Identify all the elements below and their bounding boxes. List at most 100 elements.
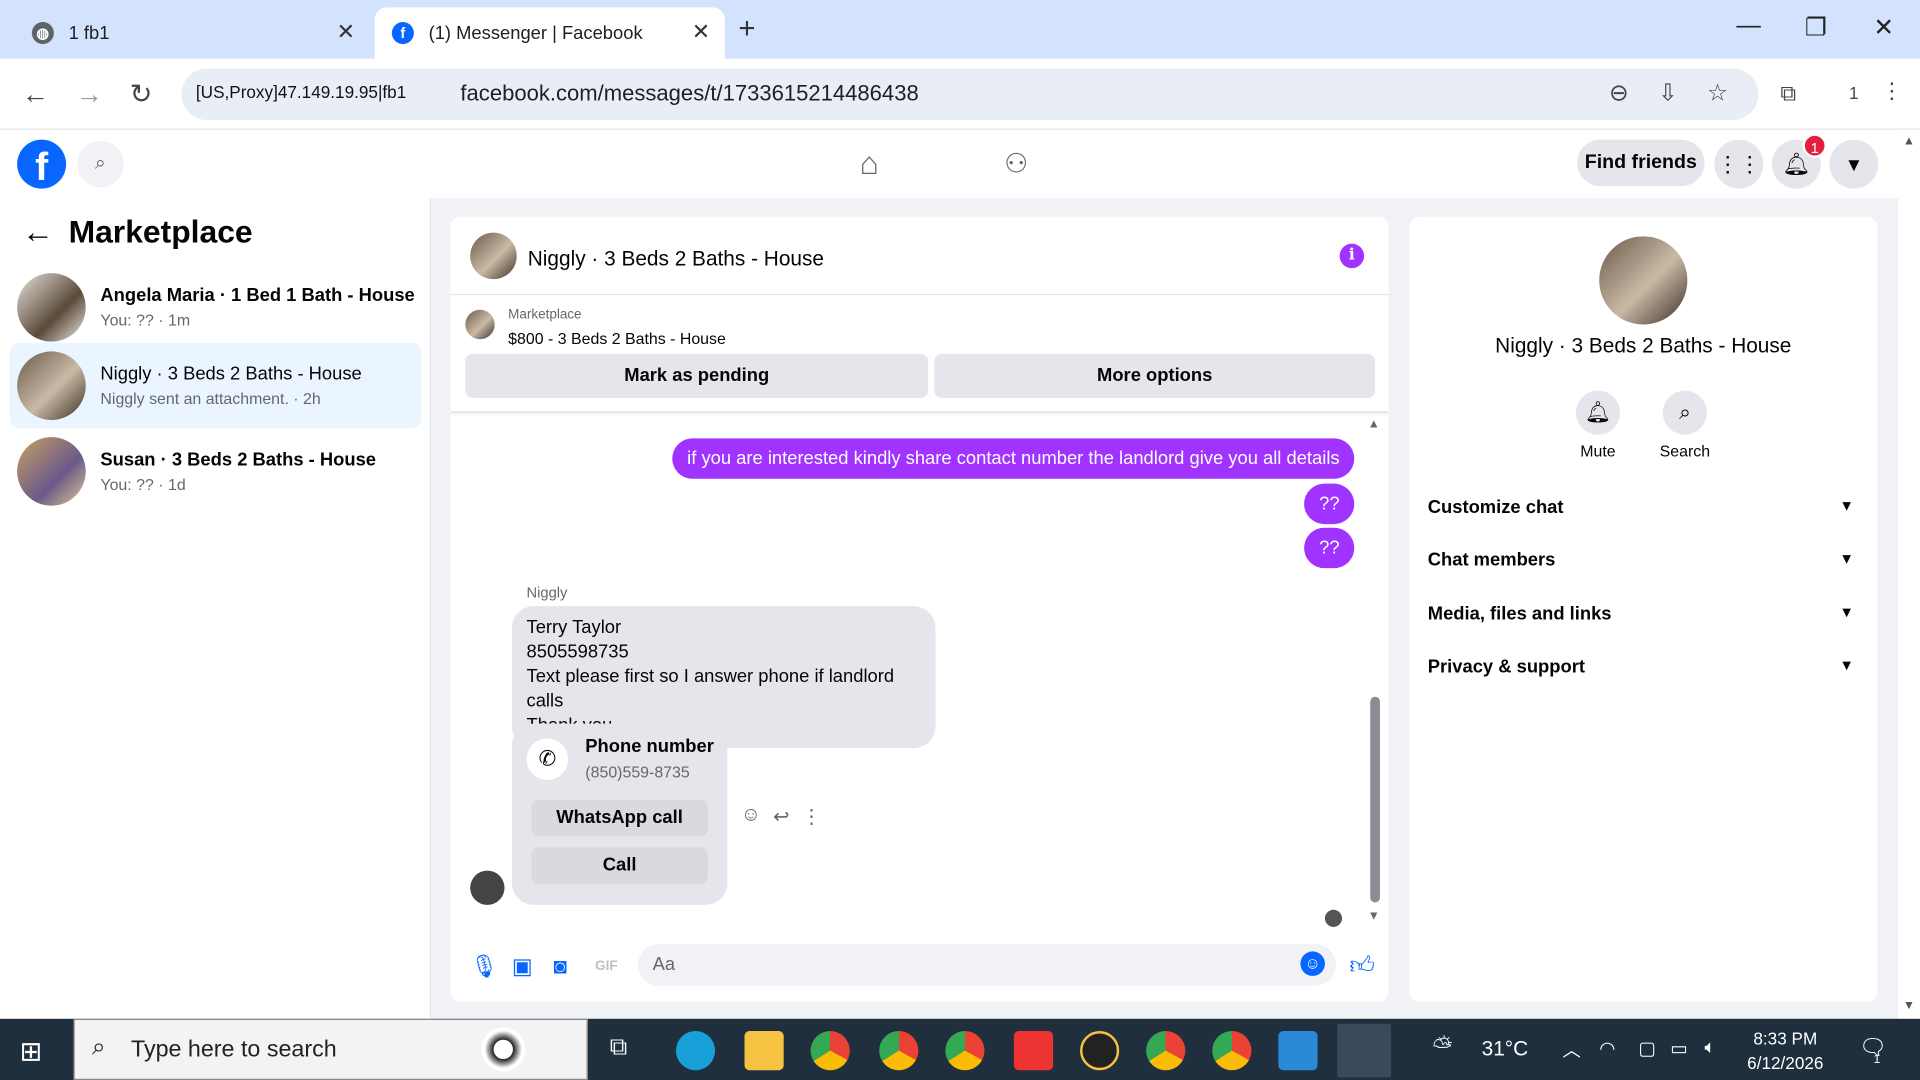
file-explorer-icon[interactable] [744,1031,784,1071]
scroll-up-icon[interactable]: ▲ [1368,418,1380,431]
scroll-down-icon[interactable]: ▼ [1903,999,1915,1012]
accordion-customize-chat[interactable]: Customize chat ▼ [1428,497,1859,518]
weather-temp[interactable]: 31°C [1482,1037,1529,1061]
account-chevron-icon[interactable]: ▾ [1829,139,1879,189]
accordion-chat-members[interactable]: Chat members ▼ [1428,550,1859,571]
sticker-icon[interactable]: ◙ [553,954,566,980]
conversation-item[interactable]: Susan · 3 Beds 2 Baths - House You: ?? ·… [10,429,421,515]
menu-kebab-icon[interactable]: ⋮ [1881,78,1903,104]
menu-grid-icon[interactable]: ⋮⋮ [1714,139,1764,189]
soccer-ball-icon [481,1027,526,1072]
message-input[interactable]: Aa [637,944,1336,986]
outgoing-message[interactable]: ?? [1304,483,1355,525]
forward-icon[interactable]: → [76,78,103,110]
system-clock[interactable]: 8:33 PM 6/12/2026 [1736,1026,1834,1075]
scroll-down-icon[interactable]: ▼ [1368,910,1380,923]
remote-desktop-icon[interactable] [1278,1031,1318,1071]
chrome-profile-icon[interactable] [1212,1031,1252,1071]
home-icon[interactable]: ⌂ [860,144,879,182]
marketplace-listing-bar: Marketplace $800 - 3 Beds 2 Baths - Hous… [450,295,1389,413]
chrome-profile-icon[interactable] [879,1031,919,1071]
reload-icon[interactable]: ↻ [130,78,153,110]
reply-icon[interactable]: ↩ [773,804,789,828]
browser-tab[interactable]: ◍ 1 fb1 ✕ [15,7,370,58]
chat-title[interactable]: Niggly · 3 Beds 2 Baths - House [528,247,824,271]
chat-avatar[interactable] [470,232,517,280]
window-close-icon[interactable]: ✕ [1873,12,1894,43]
address-bar[interactable]: [US,Proxy]47.149.19.95|fb1 facebook.com/… [181,68,1759,121]
listing-thumbnail[interactable] [465,309,495,340]
more-options-button[interactable]: More options [934,353,1376,398]
mute-action[interactable]: 🔔︎ Mute [1555,390,1641,460]
meet-icon[interactable]: ▢ [1638,1037,1655,1059]
chrome-profile-icon[interactable] [945,1031,985,1071]
profile-count[interactable]: 1 [1849,83,1859,103]
microphone-icon[interactable]: 🎙︎ [470,954,498,980]
restore-icon[interactable]: ❐ [1805,12,1827,43]
friends-icon[interactable]: ⚇ [1004,148,1028,180]
tab-search-icon[interactable]: ⧉ [1780,81,1796,107]
outgoing-message[interactable]: if you are interested kindly share conta… [672,438,1355,479]
accordion-media-files[interactable]: Media, files and links ▼ [1428,604,1859,625]
scroll-up-icon[interactable]: ▲ [1903,135,1915,148]
facebook-header: f ⌕ ⌂ ⚇ Find friends ⋮⋮ 🔔︎ ▾ [0,129,1898,199]
battery-icon[interactable]: ▭ [1670,1037,1687,1059]
listing-title[interactable]: $800 - 3 Beds 2 Baths - House [508,329,726,347]
active-app-icon[interactable] [1337,1023,1392,1078]
react-emoji-icon[interactable]: ☺ [741,804,761,828]
taskbar-search[interactable]: ⌕ Type here to search [73,1018,588,1080]
tab-title: 1 fb1 [68,22,110,44]
close-tab-icon[interactable]: ✕ [692,20,710,46]
url-text[interactable]: facebook.com/messages/t/1733615214486438 [460,81,918,107]
facebook-logo-icon[interactable]: f [17,139,67,189]
gif-icon[interactable]: GIF [595,959,617,974]
task-view-icon[interactable]: ⧉ [610,1033,627,1061]
browser-tab-active[interactable]: f (1) Messenger | Facebook ✕ [374,7,725,59]
back-arrow-icon[interactable]: ← [22,213,54,251]
proxy-chip[interactable]: [US,Proxy]47.149.19.95|fb1 [196,82,406,102]
accordion-privacy-support[interactable]: Privacy & support ▼ [1428,656,1859,677]
whatsapp-call-button[interactable]: WhatsApp call [531,799,708,837]
network-icon[interactable]: ◠ [1599,1037,1615,1059]
zoom-icon[interactable]: ⊖ [1609,80,1628,108]
conversation-preview: You: ?? · 1m [100,311,191,330]
message-scrollbar[interactable]: ▲ ▼ [1367,413,1384,942]
scrollbar-thumb[interactable] [1370,696,1381,903]
find-friends-button[interactable]: Find friends [1577,139,1705,187]
chrome-profile-icon[interactable] [1146,1031,1186,1071]
search-action[interactable]: ⌕ Search [1642,390,1728,460]
image-icon[interactable]: ▣ [512,954,533,980]
info-icon[interactable]: i [1339,243,1365,269]
new-tab-icon[interactable]: + [738,12,755,46]
anydesk-icon[interactable] [1013,1031,1054,1071]
mark-as-pending-button[interactable]: Mark as pending [465,353,929,398]
conversation-item[interactable]: Angela Maria · 1 Bed 1 Bath - House You:… [10,264,421,350]
outgoing-message[interactable]: ?? [1304,527,1355,569]
chrome-icon[interactable] [810,1031,850,1071]
notification-center-count: 1 [1873,1053,1881,1067]
bookmark-star-icon[interactable]: ☆ [1707,80,1728,108]
conversation-item-active[interactable]: Niggly · 3 Beds 2 Baths - House Niggly s… [9,342,422,429]
details-avatar[interactable] [1599,236,1688,325]
emoji-icon[interactable]: ☺ [1300,951,1325,976]
minimize-icon[interactable]: — [1736,12,1760,40]
thumbs-up-icon[interactable]: 👍︎ [1349,951,1375,980]
tray-chevron-icon[interactable]: ︿ [1562,1037,1580,1063]
more-kebab-icon[interactable]: ⋮ [802,804,822,828]
sender-avatar [470,870,505,905]
ix-app-icon[interactable] [1080,1031,1120,1071]
volume-icon[interactable]: 🔈︎ [1705,1037,1716,1058]
search-icon[interactable]: ⌕ [77,140,124,188]
bell-icon[interactable]: 🔔︎ [1575,390,1621,435]
search-icon[interactable]: ⌕ [1662,390,1707,435]
install-icon[interactable]: ⇩ [1658,80,1677,108]
chevron-down-icon: ▼ [1839,603,1854,621]
weather-icon[interactable]: ⛅︎ [1433,1033,1453,1061]
edge-icon[interactable] [675,1031,716,1071]
message-line: Terry Taylor [526,617,622,638]
page-scrollbar[interactable]: ▲ ▼ [1897,129,1920,1019]
windows-start-icon[interactable]: ⊞ [20,1036,43,1068]
close-tab-icon[interactable]: ✕ [337,20,355,46]
call-button[interactable]: Call [531,847,708,885]
back-icon[interactable]: ← [22,78,49,110]
